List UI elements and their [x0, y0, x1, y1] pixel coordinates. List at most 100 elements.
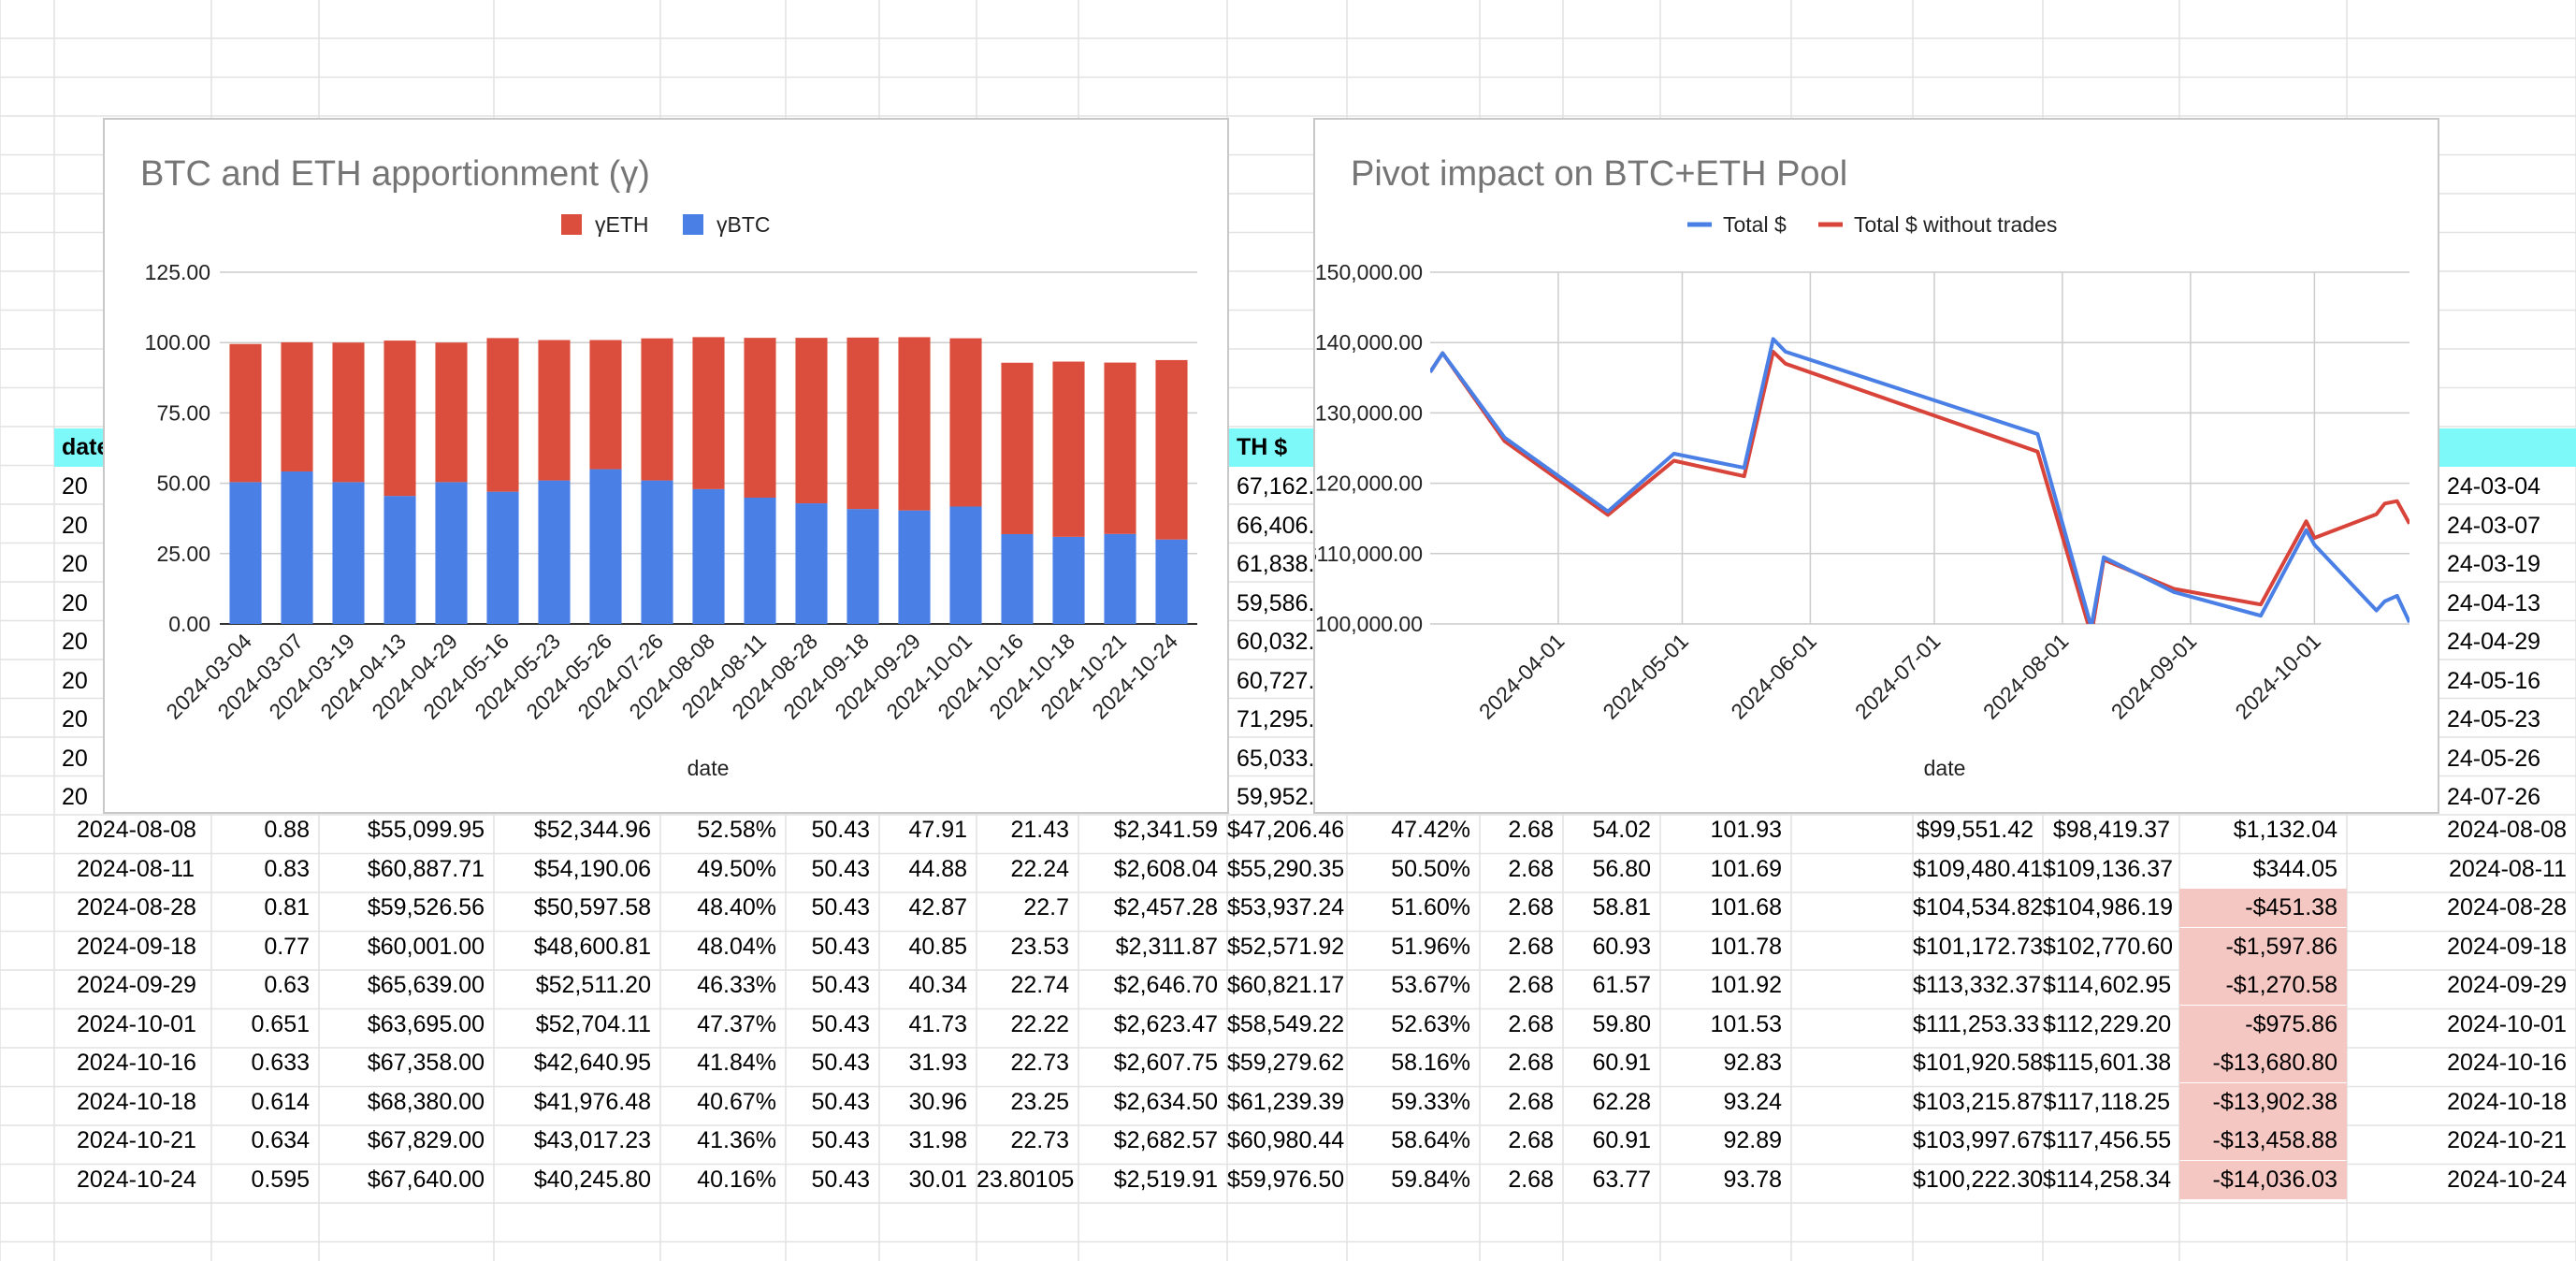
value-cell[interactable]: $101,920.58: [1913, 1044, 2043, 1082]
value-cell[interactable]: 101.69: [1660, 850, 1791, 889]
value-cell[interactable]: $60,980.44: [1227, 1122, 1347, 1160]
value-cell[interactable]: 51.60%: [1347, 889, 1480, 927]
value-cell[interactable]: $109,136.37: [2043, 850, 2179, 889]
value-cell[interactable]: $109,480.41: [1913, 850, 2043, 889]
value-cell[interactable]: 30.01: [879, 1161, 977, 1199]
date-cell-fragment[interactable]: 24-04-13: [2439, 585, 2576, 623]
value-cell[interactable]: -$14,036.03: [2179, 1160, 2347, 1199]
value-cell[interactable]: 0.614: [211, 1083, 319, 1122]
eth-total-cell-fragment[interactable]: 67,162.: [1229, 468, 1313, 506]
value-cell[interactable]: $59,279.62: [1227, 1044, 1347, 1082]
value-cell[interactable]: -$13,902.38: [2179, 1082, 2347, 1122]
value-cell[interactable]: 41.84%: [660, 1044, 786, 1082]
value-cell[interactable]: $48,600.81: [494, 928, 660, 966]
value-cell[interactable]: 48.04%: [660, 928, 786, 966]
value-cell[interactable]: 58.16%: [1347, 1044, 1480, 1082]
value-cell[interactable]: 31.98: [879, 1122, 977, 1160]
value-cell[interactable]: $2,646.70: [1078, 966, 1227, 1005]
value-cell[interactable]: 23.80105: [977, 1161, 1078, 1199]
value-cell[interactable]: 2.68: [1480, 1006, 1563, 1044]
date-cell[interactable]: 2024-08-08: [54, 811, 211, 849]
value-cell[interactable]: 50.43: [786, 889, 879, 927]
value-cell[interactable]: 50.43: [786, 850, 879, 889]
value-cell[interactable]: -$975.86: [2179, 1005, 2347, 1044]
eth-total-cell-fragment[interactable]: 61,838.: [1229, 545, 1313, 584]
value-cell[interactable]: 50.43: [786, 1161, 879, 1199]
value-cell[interactable]: 0.595: [211, 1161, 319, 1199]
date-cell[interactable]: 2024-10-16: [54, 1044, 211, 1082]
value-cell[interactable]: 2.68: [1480, 1161, 1563, 1199]
value-cell[interactable]: 61.57: [1563, 966, 1660, 1005]
value-cell[interactable]: $114,258.34: [2043, 1161, 2179, 1199]
value-cell[interactable]: 0.77: [211, 928, 319, 966]
header-cell-eth-total[interactable]: TH $: [1229, 428, 1323, 467]
value-cell[interactable]: -$1,270.58: [2179, 966, 2347, 1005]
value-cell[interactable]: $104,986.19: [2043, 889, 2179, 927]
value-cell[interactable]: 0.88: [211, 811, 319, 849]
date-cell-fragment[interactable]: 20: [54, 545, 103, 584]
value-cell[interactable]: 63.77: [1563, 1161, 1660, 1199]
apportionment-chart[interactable]: BTC and ETH apportionment (γ) γETH γBTC 0…: [103, 118, 1229, 814]
value-cell[interactable]: $2,311.87: [1078, 928, 1227, 966]
date-cell-fragment[interactable]: 20: [54, 468, 103, 506]
value-cell[interactable]: $103,997.67: [1913, 1122, 2043, 1160]
value-cell[interactable]: 50.43: [786, 1122, 879, 1160]
value-cell[interactable]: 50.43: [786, 1083, 879, 1122]
eth-total-cell-fragment[interactable]: 66,406.: [1229, 507, 1313, 545]
value-cell[interactable]: 0.83: [211, 850, 319, 889]
date-cell[interactable]: 2024-10-24: [2347, 1161, 2576, 1199]
value-cell[interactable]: $60,887.71: [319, 850, 494, 889]
value-cell[interactable]: $55,099.95: [319, 811, 494, 849]
value-cell[interactable]: 2.68: [1480, 928, 1563, 966]
date-cell-fragment[interactable]: 20: [54, 740, 103, 778]
date-cell-fragment[interactable]: 24-04-29: [2439, 623, 2576, 661]
value-cell[interactable]: 21.43: [977, 811, 1078, 849]
value-cell[interactable]: 50.43: [786, 1006, 879, 1044]
value-cell[interactable]: $2,519.91: [1078, 1161, 1227, 1199]
value-cell[interactable]: $115,601.38: [2043, 1044, 2179, 1082]
value-cell[interactable]: $58,549.22: [1227, 1006, 1347, 1044]
value-cell[interactable]: 59.80: [1563, 1006, 1660, 1044]
value-cell[interactable]: 40.67%: [660, 1083, 786, 1122]
value-cell[interactable]: 52.63%: [1347, 1006, 1480, 1044]
value-cell[interactable]: 54.02: [1563, 811, 1660, 849]
date-cell[interactable]: 2024-09-29: [2347, 966, 2576, 1005]
eth-total-cell-fragment[interactable]: 60,032.: [1229, 623, 1313, 661]
date-cell-fragment[interactable]: 20: [54, 623, 103, 661]
value-cell[interactable]: 51.96%: [1347, 928, 1480, 966]
value-cell[interactable]: $2,341.59: [1078, 811, 1227, 849]
value-cell[interactable]: $52,571.92: [1227, 928, 1347, 966]
value-cell[interactable]: $59,976.50: [1227, 1161, 1347, 1199]
value-cell[interactable]: $67,358.00: [319, 1044, 494, 1082]
value-cell[interactable]: $61,239.39: [1227, 1083, 1347, 1122]
date-cell[interactable]: 2024-08-11: [2347, 850, 2576, 889]
value-cell[interactable]: $55,290.35: [1227, 850, 1347, 889]
value-cell[interactable]: 50.43: [786, 1044, 879, 1082]
date-cell[interactable]: 2024-10-18: [54, 1083, 211, 1122]
value-cell[interactable]: $113,332.37: [1913, 966, 2043, 1005]
value-cell[interactable]: $117,456.55: [2043, 1122, 2179, 1160]
value-cell[interactable]: 93.24: [1660, 1083, 1791, 1122]
value-cell[interactable]: $41,976.48: [494, 1083, 660, 1122]
value-cell[interactable]: 101.68: [1660, 889, 1791, 927]
value-cell[interactable]: $2,623.47: [1078, 1006, 1227, 1044]
value-cell[interactable]: $52,344.96: [494, 811, 660, 849]
apportionment-legend[interactable]: γETH γBTC: [561, 212, 771, 237]
value-cell[interactable]: 2.68: [1480, 889, 1563, 927]
value-cell[interactable]: $103,215.87: [1913, 1083, 2043, 1122]
value-cell[interactable]: -$13,458.88: [2179, 1122, 2347, 1160]
value-cell[interactable]: 23.53: [977, 928, 1078, 966]
value-cell[interactable]: $112,229.20: [2043, 1006, 2179, 1044]
value-cell[interactable]: $63,695.00: [319, 1006, 494, 1044]
value-cell[interactable]: $2,457.28: [1078, 889, 1227, 927]
value-cell[interactable]: 46.33%: [660, 966, 786, 1005]
value-cell[interactable]: 22.74: [977, 966, 1078, 1005]
date-cell-fragment[interactable]: 20: [54, 507, 103, 545]
header-cell-right[interactable]: [2439, 428, 2576, 467]
date-cell-fragment[interactable]: 20: [54, 585, 103, 623]
value-cell[interactable]: $104,534.82: [1913, 889, 2043, 927]
value-cell[interactable]: 0.634: [211, 1122, 319, 1160]
value-cell[interactable]: 42.87: [879, 889, 977, 927]
value-cell[interactable]: 0.651: [211, 1006, 319, 1044]
date-cell[interactable]: 2024-10-18: [2347, 1083, 2576, 1122]
